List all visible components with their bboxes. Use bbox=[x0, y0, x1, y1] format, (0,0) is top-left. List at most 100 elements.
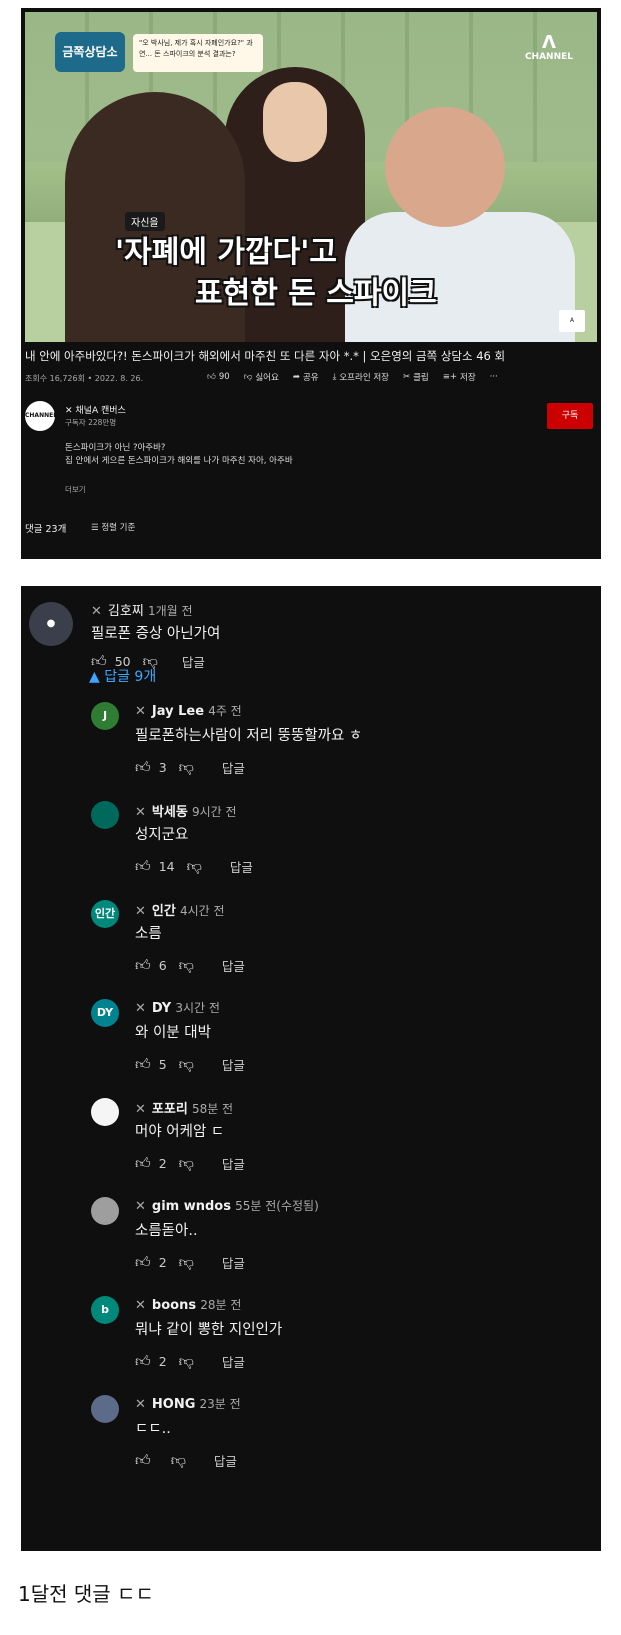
avatar[interactable] bbox=[91, 1098, 119, 1126]
like-count: 2 bbox=[158, 1354, 167, 1369]
comment-header: ✕ 포포리 58분 전 bbox=[135, 1098, 233, 1117]
thumb-down-icon[interactable]: 👎︎ bbox=[179, 1055, 194, 1074]
comment-time: 58분 전 bbox=[191, 1102, 234, 1116]
thumb-up-icon[interactable]: 👍︎ bbox=[135, 758, 151, 777]
comment-actions: 👍︎ 3 👎︎ 답글 bbox=[135, 758, 245, 777]
like-count: 2 bbox=[158, 1156, 167, 1171]
thumb-down-icon[interactable]: 👎︎ bbox=[179, 1352, 194, 1371]
like-count: 3 bbox=[158, 760, 167, 775]
avatar[interactable]: DY bbox=[91, 999, 119, 1027]
comment-time: 4시간 전 bbox=[179, 904, 225, 918]
comment-actions: 👍︎ 2 👎︎ 답글 bbox=[135, 1352, 245, 1371]
reply-button[interactable]: 답글 bbox=[222, 758, 245, 777]
comment-header: ✕ Jay Lee 4주 전 bbox=[135, 702, 242, 719]
show-more-link[interactable]: 더보기 bbox=[65, 484, 86, 495]
thumb-down-icon[interactable]: 👎︎ bbox=[179, 956, 194, 975]
download-button[interactable]: ⤓ 오프라인 저장 bbox=[333, 371, 389, 383]
thumb-down-icon[interactable]: 👎︎ bbox=[179, 1253, 194, 1272]
channel-avatar[interactable]: CHANNEL bbox=[25, 401, 57, 431]
comment-header: ✕ DY 3시간 전 bbox=[135, 999, 220, 1016]
comment-time: 3시간 전 bbox=[175, 1001, 220, 1015]
author-name[interactable]: Jay Lee bbox=[152, 704, 204, 719]
comment-text: 필로폰하는사람이 저리 뚱뚱할까요 ㅎ bbox=[135, 728, 363, 744]
more-button[interactable]: ··· bbox=[490, 371, 498, 383]
thumb-up-icon[interactable]: 👍︎ bbox=[135, 857, 151, 876]
avatar[interactable]: ● bbox=[29, 602, 73, 646]
share-button[interactable]: ➦ 공유 bbox=[293, 371, 319, 383]
caption-line-1: '자폐에 가깝다'고 bbox=[115, 235, 338, 270]
reply-button[interactable]: 답글 bbox=[222, 1154, 245, 1173]
comment-actions: 👍︎ 14 👎︎ 답글 bbox=[135, 857, 253, 876]
thumb-down-icon[interactable]: 👎︎ bbox=[171, 1451, 186, 1470]
thumb-up-icon[interactable]: 👍︎ bbox=[135, 1055, 151, 1074]
comment-header: ✕ 김호찌 1개월 전 bbox=[91, 600, 193, 619]
thumb-down-icon[interactable]: 👎︎ bbox=[179, 758, 194, 777]
channel-name[interactable]: ✕ 채널A 캔버스 bbox=[65, 403, 126, 416]
comment-actions: 👍︎ 5 👎︎ 답글 bbox=[135, 1055, 245, 1074]
author-name[interactable]: gim wndos bbox=[152, 1199, 231, 1214]
comment-header: ✕ HONG 23분 전 bbox=[135, 1395, 241, 1412]
avatar[interactable] bbox=[91, 801, 119, 829]
thumb-up-icon[interactable]: 👍︎ bbox=[135, 1253, 151, 1272]
subscribe-button[interactable]: 구독 bbox=[547, 403, 593, 429]
thumb-down-icon[interactable]: 👎︎ bbox=[179, 1154, 194, 1173]
comment-time: 23분 전 bbox=[199, 1397, 241, 1411]
sort-button[interactable]: ☰ 정렬 기준 bbox=[91, 521, 135, 533]
comment-text: 성지군요 bbox=[135, 827, 189, 843]
avatar[interactable] bbox=[91, 1395, 119, 1423]
channel-watermark: Λ CHANNEL bbox=[524, 32, 573, 63]
host-face bbox=[263, 82, 327, 162]
reply-button[interactable]: 답글 bbox=[230, 857, 253, 876]
thumb-up-icon[interactable]: 👍︎ bbox=[135, 956, 151, 975]
comment-text: 필로폰 증상 아닌가여 bbox=[91, 626, 221, 642]
like-count: 14 bbox=[158, 859, 175, 874]
reply-button[interactable]: 답글 bbox=[214, 1451, 237, 1470]
reply-button[interactable]: 답글 bbox=[222, 1352, 245, 1371]
thumb-up-icon[interactable]: 👍︎ bbox=[135, 1451, 151, 1470]
avatar[interactable] bbox=[91, 1197, 119, 1225]
avatar[interactable]: J bbox=[91, 702, 119, 730]
author-name[interactable]: DY bbox=[152, 1001, 171, 1016]
playlist-add-icon: ≡+ bbox=[442, 372, 457, 382]
thumb-up-icon[interactable]: 👍︎ bbox=[135, 1352, 151, 1371]
like-button[interactable]: 👍︎ 90 bbox=[207, 371, 230, 383]
reply-button[interactable]: 답글 bbox=[222, 956, 245, 975]
corner-logo-icon: A bbox=[559, 310, 585, 332]
comment-text: 와 이분 대박 bbox=[135, 1025, 211, 1041]
reply-button[interactable]: 답글 bbox=[182, 652, 205, 671]
comment-time: 9시간 전 bbox=[191, 805, 237, 819]
views-date: 조회수 16,726회 • 2022. 8. 26. bbox=[25, 374, 144, 383]
comment-text: 머야 어케암 ㄷ bbox=[135, 1124, 225, 1140]
close-icon: ✕ bbox=[135, 1397, 146, 1412]
author-name[interactable]: 박세동 bbox=[152, 805, 188, 820]
comment-text: ㄷㄷ.. bbox=[135, 1421, 171, 1437]
comment-text: 뭐냐 같이 뽕한 지인인가 bbox=[135, 1322, 283, 1338]
reply-button[interactable]: 답글 bbox=[222, 1253, 245, 1272]
author-name[interactable]: 김호찌 bbox=[108, 604, 144, 619]
thumb-down-icon: 👎︎ bbox=[243, 372, 253, 382]
reply-button[interactable]: 답글 bbox=[222, 1055, 245, 1074]
thumb-down-icon[interactable]: 👎︎ bbox=[187, 857, 202, 876]
close-icon: ✕ bbox=[135, 1298, 146, 1313]
scissors-icon: ✂ bbox=[402, 372, 411, 382]
comment-header: ✕ boons 28분 전 bbox=[135, 1296, 241, 1313]
close-icon: ✕ bbox=[91, 604, 102, 619]
clip-button[interactable]: ✂ 클립 bbox=[403, 371, 429, 383]
comment-count: 댓글 23개 bbox=[25, 524, 67, 535]
video-panel: 금쪽상담소 "오 박사님, 제가 혹시 자폐인가요?" 과연... 돈 스파이크… bbox=[21, 8, 601, 559]
subscriber-count: 구독자 228만명 bbox=[65, 418, 117, 427]
video-player[interactable]: 금쪽상담소 "오 박사님, 제가 혹시 자폐인가요?" 과연... 돈 스파이크… bbox=[25, 12, 597, 342]
save-button[interactable]: ≡+ 저장 bbox=[443, 371, 476, 383]
description-line-1: 돈스파이크가 아닌 ?아주바? bbox=[65, 443, 166, 453]
avatar[interactable]: 인간 bbox=[91, 900, 119, 928]
avatar[interactable]: b bbox=[91, 1296, 119, 1324]
comment-header: ✕ 인간 4시간 전 bbox=[135, 900, 225, 919]
video-title: 내 안에 아주바있다?! 돈스파이크가 해외에서 마주친 또 다른 자아 *.*… bbox=[25, 349, 506, 363]
dislike-button[interactable]: 👎︎ 싫어요 bbox=[244, 371, 279, 383]
author-name[interactable]: 인간 bbox=[152, 904, 176, 919]
replies-toggle[interactable]: ▲ 답글 9개 bbox=[89, 666, 156, 686]
author-name[interactable]: 포포리 bbox=[152, 1102, 188, 1117]
thumb-up-icon[interactable]: 👍︎ bbox=[135, 1154, 151, 1173]
author-name[interactable]: boons bbox=[152, 1298, 196, 1313]
author-name[interactable]: HONG bbox=[152, 1397, 195, 1412]
